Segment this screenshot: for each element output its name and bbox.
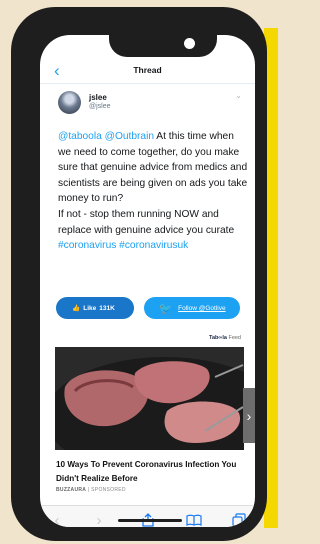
camera-icon [184,38,195,49]
chevron-down-icon[interactable]: ⌄ [235,91,242,100]
back-icon[interactable]: ‹ [46,510,68,528]
follow-button[interactable]: 🐦 Follow @Gotlive [144,297,240,319]
home-indicator [118,519,182,522]
feed-label: Feed [228,335,241,341]
avatar[interactable] [58,91,81,114]
ad-headline[interactable]: 10 Ways To Prevent Coronavirus Infection… [56,458,248,485]
provider-name-end: la [222,335,227,341]
user-name[interactable]: jslee [89,93,107,102]
like-label: Like [83,304,97,312]
forward-icon[interactable]: › [88,510,110,528]
tabs-icon[interactable] [228,510,250,527]
book-icon[interactable] [183,510,205,527]
tweet-body: If not - stop them running NOW and repla… [58,208,235,236]
thumbs-up-icon: 👍 [72,305,81,312]
twitter-bird-icon: 🐦 [158,302,173,315]
phone-frame: ‹ Thread jslee @jslee ⌄ @taboola @Outbra… [11,7,267,541]
ad-image[interactable] [55,347,244,450]
tweet-text: @taboola @Outbrain At this time when we … [58,129,248,254]
ad-source: BUZZAURA | SPONSORED [56,487,126,493]
mention-link[interactable]: @Outbrain [105,131,154,142]
phone-screen: ‹ Thread jslee @jslee ⌄ @taboola @Outbra… [40,35,255,527]
tweet-body: At this time when we need to come togeth… [58,131,248,205]
steak-pan-illustration [55,347,244,450]
browser-toolbar: ‹ › [40,505,255,527]
hashtag-link[interactable]: #coronavirusuk [119,240,188,251]
tweet-header: jslee @jslee ⌄ [58,91,244,121]
mention-link[interactable]: @taboola [58,131,102,142]
ad-source-name: BUZZAURA [56,487,87,493]
page-title: Thread [133,65,162,75]
follow-label: Follow @Gotlive [178,304,226,312]
nav-bar: ‹ Thread [40,59,255,84]
phone-notch [109,33,217,57]
sponsored-label: SPONSORED [91,487,126,493]
like-count: 131K [99,304,115,312]
chevron-right-icon[interactable]: › [243,388,255,443]
hashtag-link[interactable]: #coronavirus [58,240,116,251]
like-button[interactable]: 👍 Like 131K [56,297,134,319]
provider-name-start: Tab [209,335,219,341]
user-handle[interactable]: @jslee [89,103,111,110]
taboola-feed-label[interactable]: Tab∞la Feed [209,335,241,341]
